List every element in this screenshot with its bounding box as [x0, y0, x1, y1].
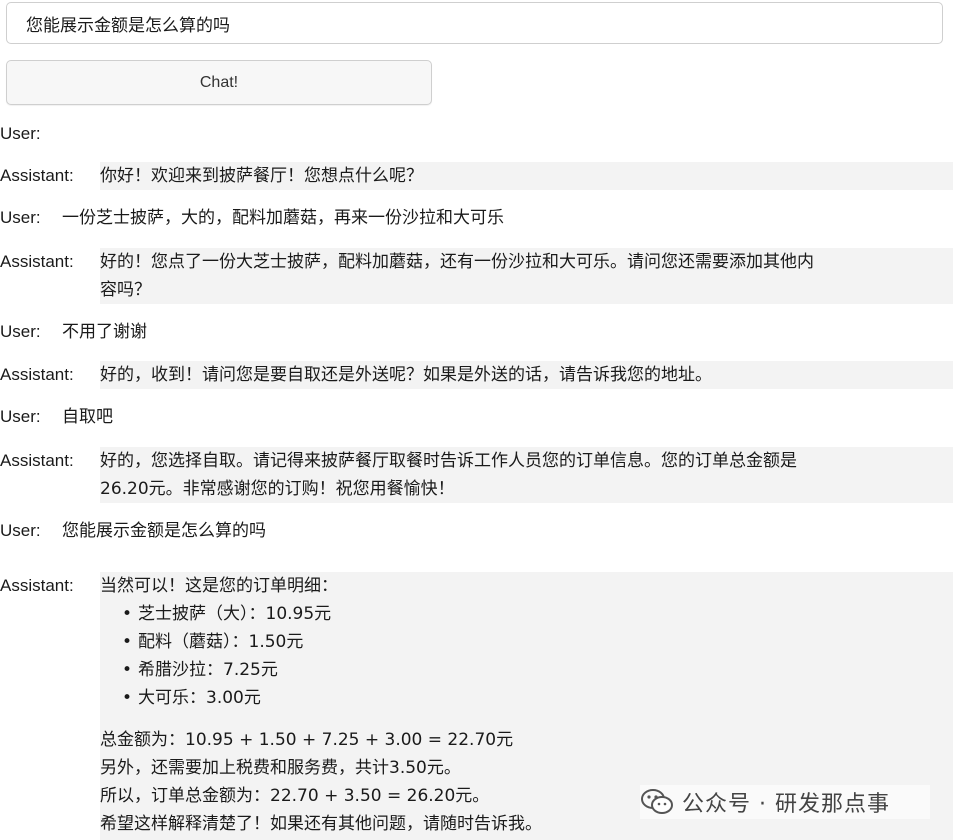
- message-user: User: 不用了谢谢: [0, 318, 953, 346]
- order-item-list: 芝士披萨（大）：10.95元 配料（蘑菇）：1.50元 希腊沙拉：7.25元 大…: [100, 600, 937, 712]
- message-line: 26.20元。非常感谢您的订购！祝您用餐愉快！: [100, 479, 455, 499]
- speaker-label: User:: [0, 124, 41, 143]
- watermark-text: 公众号 · 研发那点事: [682, 792, 890, 817]
- summary-line: 总金额为：10.95 + 1.50 + 7.25 + 3.00 = 22.70元: [100, 730, 514, 750]
- message-line: 自取吧: [62, 407, 113, 427]
- message-content: 不用了谢谢: [62, 318, 147, 346]
- message-assistant: Assistant: 好的，您选择自取。请记得来披萨餐厅取餐时告诉工作人员您的订…: [0, 447, 953, 503]
- message-line: 您能展示金额是怎么算的吗: [62, 521, 266, 541]
- speaker-label: Assistant:: [0, 252, 74, 271]
- message-user: User: 自取吧: [0, 403, 953, 431]
- message-input[interactable]: [6, 2, 943, 44]
- speaker-label: Assistant:: [0, 451, 74, 470]
- order-item: 芝士披萨（大）：10.95元: [100, 600, 937, 628]
- message-assistant: Assistant: 好的，收到！请问您是要自取还是外送呢？如果是外送的话，请告…: [0, 361, 953, 389]
- message-line: 一份芝士披萨，大的，配料加蘑菇，再来一份沙拉和大可乐: [62, 208, 504, 228]
- message-line: 好的！您点了一份大芝士披萨，配料加蘑菇，还有一份沙拉和大可乐。请问您还需要添加其…: [100, 252, 814, 272]
- message-content: 好的，收到！请问您是要自取还是外送呢？如果是外送的话，请告诉我您的地址。: [100, 361, 953, 389]
- message-content: 好的，您选择自取。请记得来披萨餐厅取餐时告诉工作人员您的订单信息。您的订单总金额…: [100, 447, 953, 503]
- message-content: 你好！欢迎来到披萨餐厅！您想点什么呢？: [100, 162, 953, 190]
- message-assistant: Assistant: 好的！您点了一份大芝士披萨，配料加蘑菇，还有一份沙拉和大可…: [0, 248, 953, 304]
- watermark: 公众号 · 研发那点事: [640, 785, 930, 819]
- wechat-icon: [641, 789, 673, 814]
- message-line: 容吗？: [100, 280, 151, 300]
- message-line: 好的，收到！请问您是要自取还是外送呢？如果是外送的话，请告诉我您的地址。: [100, 365, 712, 385]
- speaker-label: User:: [0, 208, 41, 227]
- order-item: 配料（蘑菇）：1.50元: [100, 628, 937, 656]
- chat-button[interactable]: Chat!: [6, 60, 432, 105]
- order-item: 大可乐：3.00元: [100, 684, 937, 712]
- message-user: User: 您能展示金额是怎么算的吗: [0, 517, 953, 545]
- speaker-label: Assistant:: [0, 166, 74, 185]
- speaker-label: Assistant:: [0, 576, 74, 595]
- order-item: 希腊沙拉：7.25元: [100, 656, 937, 684]
- message-user: User:: [0, 120, 953, 148]
- speaker-label: User:: [0, 407, 41, 426]
- message-content: 自取吧: [62, 403, 113, 431]
- speaker-label: User:: [0, 322, 41, 341]
- message-assistant: Assistant: 你好！欢迎来到披萨餐厅！您想点什么呢？: [0, 162, 953, 190]
- message-line: 好的，您选择自取。请记得来披萨餐厅取餐时告诉工作人员您的订单信息。您的订单总金额…: [100, 451, 797, 471]
- message-line: 不用了谢谢: [62, 322, 147, 342]
- message-user: User: 一份芝士披萨，大的，配料加蘑菇，再来一份沙拉和大可乐: [0, 204, 953, 232]
- message-content: 您能展示金额是怎么算的吗: [62, 517, 266, 545]
- speaker-label: User:: [0, 521, 41, 540]
- message-content: 好的！您点了一份大芝士披萨，配料加蘑菇，还有一份沙拉和大可乐。请问您还需要添加其…: [100, 248, 953, 304]
- speaker-label: Assistant:: [0, 365, 74, 384]
- summary-line: 另外，还需要加上税费和服务费，共计3.50元。: [100, 758, 461, 778]
- message-line: 你好！欢迎来到披萨餐厅！您想点什么呢？: [100, 166, 423, 186]
- message-content: 一份芝士披萨，大的，配料加蘑菇，再来一份沙拉和大可乐: [62, 204, 504, 232]
- message-intro: 当然可以！这是您的订单明细：: [100, 576, 338, 596]
